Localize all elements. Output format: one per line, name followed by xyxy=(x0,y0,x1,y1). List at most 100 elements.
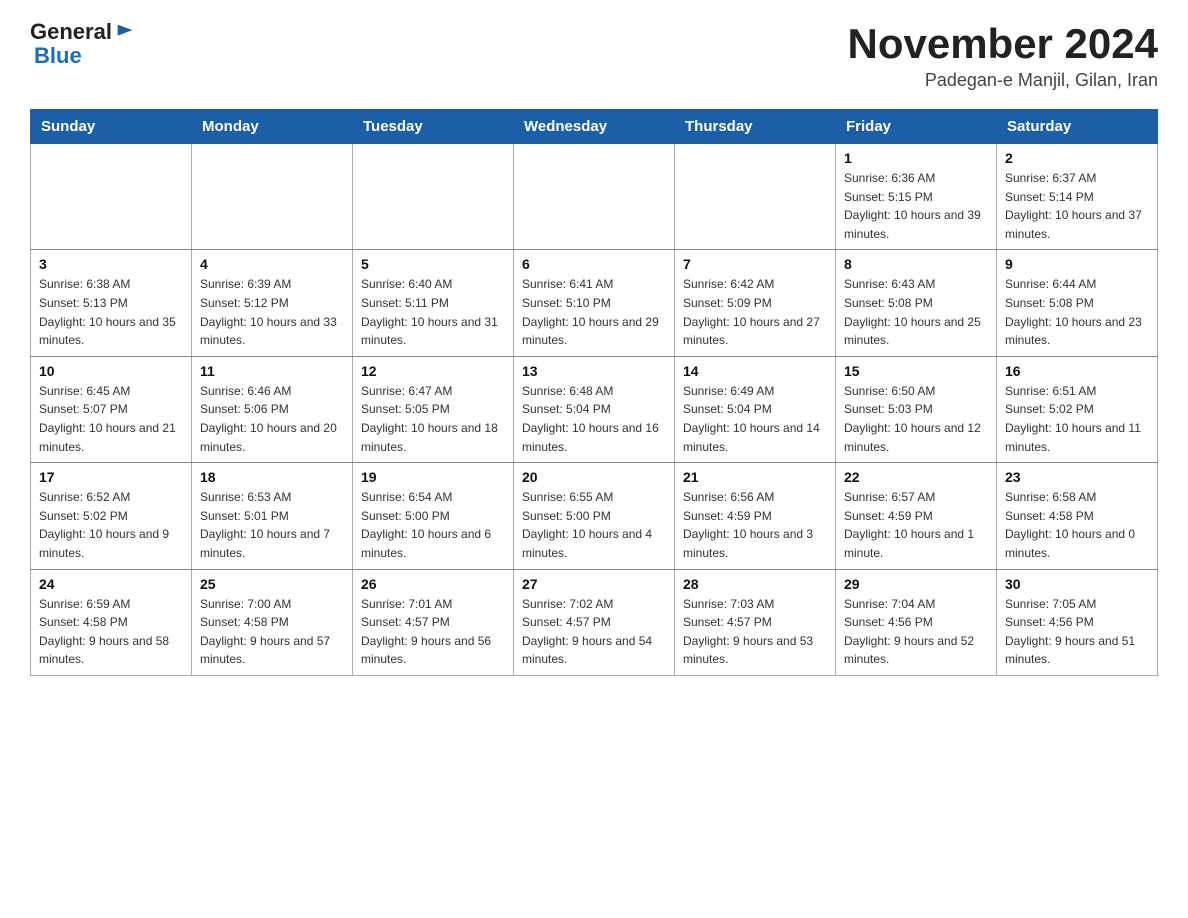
day-info: Sunrise: 6:58 AMSunset: 4:58 PMDaylight:… xyxy=(1005,488,1149,562)
day-info: Sunrise: 6:46 AMSunset: 5:06 PMDaylight:… xyxy=(200,382,344,456)
day-number: 5 xyxy=(361,256,505,272)
day-of-week-header: Wednesday xyxy=(514,110,675,144)
calendar-day-cell: 12 Sunrise: 6:47 AMSunset: 5:05 PMDayligh… xyxy=(353,356,514,462)
day-info: Sunrise: 6:54 AMSunset: 5:00 PMDaylight:… xyxy=(361,488,505,562)
day-info: Sunrise: 6:47 AMSunset: 5:05 PMDaylight:… xyxy=(361,382,505,456)
day-number: 14 xyxy=(683,363,827,379)
calendar-day-cell: 3 Sunrise: 6:38 AMSunset: 5:13 PMDaylight… xyxy=(31,250,192,356)
day-info: Sunrise: 6:49 AMSunset: 5:04 PMDaylight:… xyxy=(683,382,827,456)
day-info: Sunrise: 6:48 AMSunset: 5:04 PMDaylight:… xyxy=(522,382,666,456)
day-of-week-header: Tuesday xyxy=(353,110,514,144)
calendar-week-row: 3 Sunrise: 6:38 AMSunset: 5:13 PMDaylight… xyxy=(31,250,1158,356)
day-number: 27 xyxy=(522,576,666,592)
calendar-day-cell: 28 Sunrise: 7:03 AMSunset: 4:57 PMDayligh… xyxy=(675,569,836,675)
day-info: Sunrise: 7:05 AMSunset: 4:56 PMDaylight:… xyxy=(1005,595,1149,669)
day-number: 28 xyxy=(683,576,827,592)
calendar-day-cell: 10 Sunrise: 6:45 AMSunset: 5:07 PMDayligh… xyxy=(31,356,192,462)
calendar-week-row: 10 Sunrise: 6:45 AMSunset: 5:07 PMDayligh… xyxy=(31,356,1158,462)
day-number: 13 xyxy=(522,363,666,379)
day-number: 3 xyxy=(39,256,183,272)
day-number: 8 xyxy=(844,256,988,272)
day-info: Sunrise: 6:57 AMSunset: 4:59 PMDaylight:… xyxy=(844,488,988,562)
day-info: Sunrise: 7:00 AMSunset: 4:58 PMDaylight:… xyxy=(200,595,344,669)
calendar-day-cell: 27 Sunrise: 7:02 AMSunset: 4:57 PMDayligh… xyxy=(514,569,675,675)
day-info: Sunrise: 7:03 AMSunset: 4:57 PMDaylight:… xyxy=(683,595,827,669)
calendar-header-row: SundayMondayTuesdayWednesdayThursdayFrid… xyxy=(31,110,1158,144)
calendar-day-cell: 14 Sunrise: 6:49 AMSunset: 5:04 PMDayligh… xyxy=(675,356,836,462)
day-info: Sunrise: 6:43 AMSunset: 5:08 PMDaylight:… xyxy=(844,275,988,349)
day-number: 12 xyxy=(361,363,505,379)
day-info: Sunrise: 6:45 AMSunset: 5:07 PMDaylight:… xyxy=(39,382,183,456)
day-info: Sunrise: 7:02 AMSunset: 4:57 PMDaylight:… xyxy=(522,595,666,669)
day-number: 7 xyxy=(683,256,827,272)
day-number: 26 xyxy=(361,576,505,592)
calendar-day-cell xyxy=(192,144,353,250)
calendar-day-cell: 15Sunrise: 6:50 AMSunset: 5:03 PMDayligh… xyxy=(836,356,997,462)
day-info: Sunrise: 6:51 AMSunset: 5:02 PMDaylight:… xyxy=(1005,382,1149,456)
day-number: 4 xyxy=(200,256,344,272)
logo-flag-icon xyxy=(114,21,136,43)
day-number: 6 xyxy=(522,256,666,272)
day-of-week-header: Saturday xyxy=(997,110,1158,144)
title-block: November 2024 Padegan-e Manjil, Gilan, I… xyxy=(847,20,1158,91)
calendar-day-cell: 25Sunrise: 7:00 AMSunset: 4:58 PMDayligh… xyxy=(192,569,353,675)
day-info: Sunrise: 6:59 AMSunset: 4:58 PMDaylight:… xyxy=(39,595,183,669)
day-number: 11 xyxy=(200,363,344,379)
calendar-day-cell xyxy=(31,144,192,250)
day-info: Sunrise: 6:38 AMSunset: 5:13 PMDaylight:… xyxy=(39,275,183,349)
day-number: 1 xyxy=(844,150,988,166)
day-of-week-header: Friday xyxy=(836,110,997,144)
day-number: 30 xyxy=(1005,576,1149,592)
calendar-day-cell: 20 Sunrise: 6:55 AMSunset: 5:00 PMDayligh… xyxy=(514,463,675,569)
day-number: 10 xyxy=(39,363,183,379)
day-info: Sunrise: 6:40 AMSunset: 5:11 PMDaylight:… xyxy=(361,275,505,349)
logo: General Blue xyxy=(30,20,136,68)
day-info: Sunrise: 7:01 AMSunset: 4:57 PMDaylight:… xyxy=(361,595,505,669)
calendar-day-cell: 2Sunrise: 6:37 AMSunset: 5:14 PMDaylight… xyxy=(997,144,1158,250)
calendar-day-cell: 29Sunrise: 7:04 AMSunset: 4:56 PMDayligh… xyxy=(836,569,997,675)
day-info: Sunrise: 6:44 AMSunset: 5:08 PMDaylight:… xyxy=(1005,275,1149,349)
calendar-week-row: 1 Sunrise: 6:36 AMSunset: 5:15 PMDaylight… xyxy=(31,144,1158,250)
day-info: Sunrise: 6:41 AMSunset: 5:10 PMDaylight:… xyxy=(522,275,666,349)
day-info: Sunrise: 7:04 AMSunset: 4:56 PMDaylight:… xyxy=(844,595,988,669)
day-info: Sunrise: 6:42 AMSunset: 5:09 PMDaylight:… xyxy=(683,275,827,349)
calendar-day-cell: 11 Sunrise: 6:46 AMSunset: 5:06 PMDayligh… xyxy=(192,356,353,462)
calendar-day-cell: 24 Sunrise: 6:59 AMSunset: 4:58 PMDayligh… xyxy=(31,569,192,675)
calendar-day-cell: 6 Sunrise: 6:41 AMSunset: 5:10 PMDaylight… xyxy=(514,250,675,356)
day-number: 22 xyxy=(844,469,988,485)
day-number: 21 xyxy=(683,469,827,485)
location-subtitle: Padegan-e Manjil, Gilan, Iran xyxy=(847,70,1158,91)
calendar-day-cell: 30 Sunrise: 7:05 AMSunset: 4:56 PMDayligh… xyxy=(997,569,1158,675)
day-info: Sunrise: 6:55 AMSunset: 5:00 PMDaylight:… xyxy=(522,488,666,562)
day-number: 16 xyxy=(1005,363,1149,379)
calendar-day-cell xyxy=(675,144,836,250)
day-info: Sunrise: 6:36 AMSunset: 5:15 PMDaylight:… xyxy=(844,169,988,243)
calendar-week-row: 24 Sunrise: 6:59 AMSunset: 4:58 PMDayligh… xyxy=(31,569,1158,675)
calendar-day-cell: 13 Sunrise: 6:48 AMSunset: 5:04 PMDayligh… xyxy=(514,356,675,462)
day-number: 24 xyxy=(39,576,183,592)
page-header: General Blue November 2024 Padegan-e Man… xyxy=(30,20,1158,91)
day-of-week-header: Sunday xyxy=(31,110,192,144)
logo-general: General xyxy=(30,20,112,44)
day-number: 20 xyxy=(522,469,666,485)
calendar-day-cell: 19 Sunrise: 6:54 AMSunset: 5:00 PMDayligh… xyxy=(353,463,514,569)
calendar-day-cell: 21 Sunrise: 6:56 AMSunset: 4:59 PMDayligh… xyxy=(675,463,836,569)
day-info: Sunrise: 6:56 AMSunset: 4:59 PMDaylight:… xyxy=(683,488,827,562)
calendar-day-cell: 1 Sunrise: 6:36 AMSunset: 5:15 PMDaylight… xyxy=(836,144,997,250)
calendar-day-cell: 5 Sunrise: 6:40 AMSunset: 5:11 PMDaylight… xyxy=(353,250,514,356)
day-number: 17 xyxy=(39,469,183,485)
day-of-week-header: Monday xyxy=(192,110,353,144)
day-info: Sunrise: 6:39 AMSunset: 5:12 PMDaylight:… xyxy=(200,275,344,349)
day-number: 2 xyxy=(1005,150,1149,166)
logo-blue: Blue xyxy=(34,43,82,68)
calendar-day-cell xyxy=(514,144,675,250)
day-number: 23 xyxy=(1005,469,1149,485)
calendar-day-cell: 23 Sunrise: 6:58 AMSunset: 4:58 PMDayligh… xyxy=(997,463,1158,569)
calendar-day-cell: 4 Sunrise: 6:39 AMSunset: 5:12 PMDaylight… xyxy=(192,250,353,356)
day-number: 15 xyxy=(844,363,988,379)
day-number: 19 xyxy=(361,469,505,485)
day-info: Sunrise: 6:53 AMSunset: 5:01 PMDaylight:… xyxy=(200,488,344,562)
day-info: Sunrise: 6:52 AMSunset: 5:02 PMDaylight:… xyxy=(39,488,183,562)
calendar-day-cell: 22 Sunrise: 6:57 AMSunset: 4:59 PMDayligh… xyxy=(836,463,997,569)
calendar-day-cell: 26 Sunrise: 7:01 AMSunset: 4:57 PMDayligh… xyxy=(353,569,514,675)
